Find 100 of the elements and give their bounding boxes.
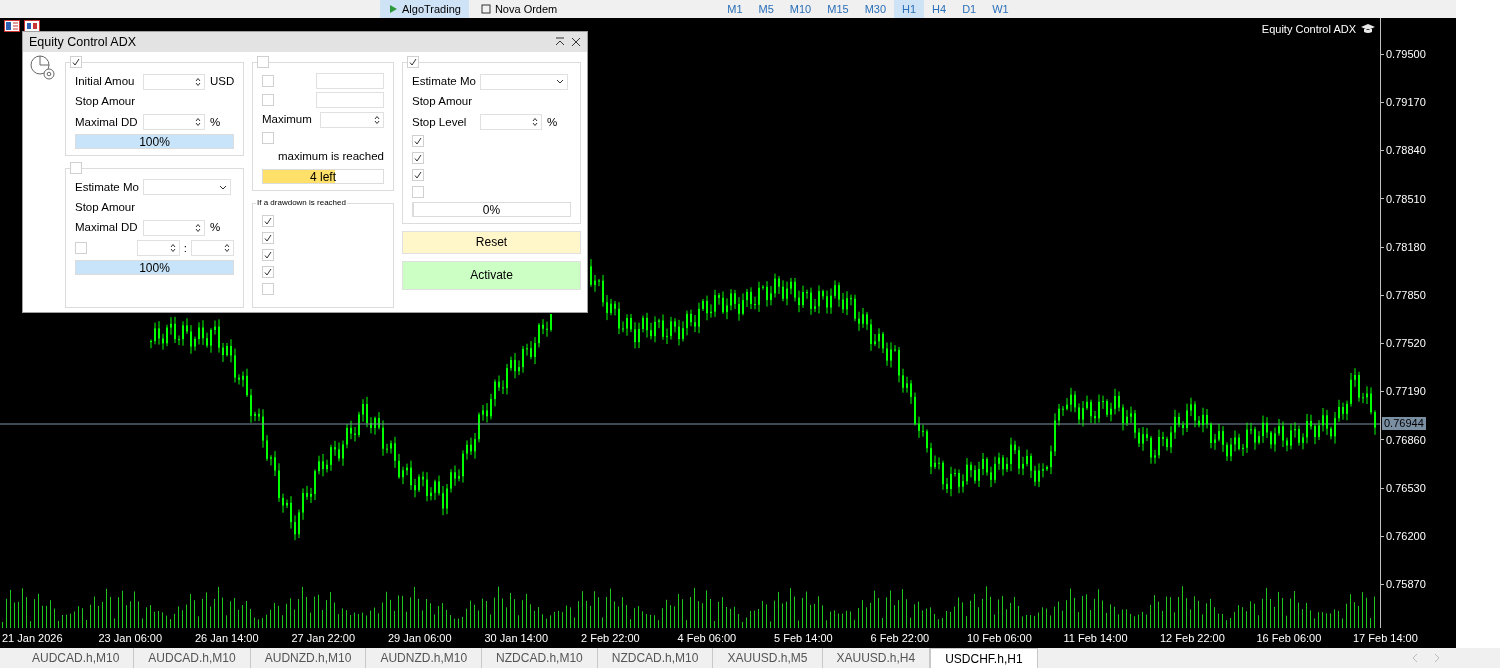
candlestick	[230, 338, 232, 363]
chevron-down-icon[interactable]	[556, 79, 564, 85]
price-label: 0.79500	[1386, 47, 1426, 62]
scroll-right-icon[interactable]	[1434, 654, 1440, 662]
timeframe-button[interactable]: M1	[719, 0, 751, 18]
checkbox[interactable]	[70, 161, 82, 174]
timeframe-button[interactable]: M30	[856, 0, 895, 18]
input-field[interactable]	[316, 92, 384, 108]
toolbar-button[interactable]: Nova Ordem	[472, 0, 566, 18]
candlestick	[390, 440, 392, 455]
symbol-tab[interactable]: USDCHF.h,H1	[930, 648, 1038, 668]
checkbox[interactable]	[412, 185, 424, 198]
candlestick	[478, 412, 480, 443]
timeframe-button[interactable]: M10	[781, 0, 820, 18]
checkbox[interactable]	[70, 56, 82, 68]
candlestick	[198, 321, 200, 345]
checkbox[interactable]	[407, 56, 419, 68]
price-label: 0.78840	[1386, 143, 1426, 159]
time-label: 6 Feb 22:00	[870, 631, 930, 644]
candlestick	[218, 318, 220, 354]
checkbox[interactable]	[262, 94, 274, 106]
spinner-arrows-icon[interactable]	[169, 243, 176, 254]
scroll-left-icon[interactable]	[1412, 654, 1418, 662]
time-label: 30 Jan 14:00	[484, 631, 549, 644]
candlestick	[394, 436, 396, 469]
spin-field[interactable]	[191, 240, 234, 257]
unit-label: %	[210, 114, 221, 130]
dropdown-field[interactable]	[480, 73, 568, 90]
close-icon[interactable]	[571, 37, 581, 47]
timeframe-button[interactable]: M5	[750, 0, 782, 18]
checkbox[interactable]	[262, 214, 274, 227]
timeframe-button[interactable]: W1	[984, 0, 1017, 18]
price-label: 0.77520	[1386, 336, 1426, 352]
spinner-arrows-icon[interactable]	[195, 222, 201, 233]
spin-field[interactable]	[143, 114, 205, 131]
unit-label: USD	[210, 74, 235, 89]
dropdown-field[interactable]	[143, 179, 231, 196]
candlestick	[450, 468, 452, 493]
candlestick	[438, 475, 440, 496]
candlestick	[166, 324, 168, 347]
candlestick	[410, 460, 412, 491]
checkbox[interactable]	[412, 151, 424, 164]
time-label: 12 Feb 22:00	[1160, 631, 1225, 644]
spinner-arrows-icon[interactable]	[374, 114, 380, 125]
candlestick	[306, 485, 308, 501]
spinner-arrows-icon[interactable]	[224, 243, 230, 254]
candlestick	[490, 393, 492, 420]
checkbox[interactable]	[412, 134, 424, 147]
candlestick	[398, 453, 400, 480]
checkbox[interactable]	[262, 282, 274, 295]
candlestick	[454, 465, 456, 487]
candlestick	[426, 471, 428, 502]
input-field[interactable]	[316, 73, 384, 89]
unit-label: %	[547, 114, 558, 130]
checkbox[interactable]	[75, 242, 87, 255]
spin-field[interactable]	[320, 111, 384, 128]
spinner-arrows-icon[interactable]	[195, 117, 201, 128]
action-button[interactable]: Reset	[402, 230, 581, 254]
action-button[interactable]: Activate	[402, 260, 581, 290]
play-icon	[388, 4, 398, 14]
checkbox[interactable]	[262, 75, 274, 87]
chart-settings-icon	[29, 54, 57, 82]
spin-field[interactable]	[136, 240, 180, 257]
spin-field[interactable]	[480, 114, 542, 131]
candlestick	[346, 423, 348, 449]
collapse-icon[interactable]	[555, 37, 565, 47]
price-label: 0.78510	[1386, 191, 1426, 207]
chevron-down-icon[interactable]	[219, 184, 227, 190]
checkbox[interactable]	[412, 168, 424, 181]
spin-field[interactable]	[143, 219, 205, 236]
candlestick	[378, 411, 380, 431]
timeframe-button[interactable]: H1	[894, 0, 925, 18]
toolbar-button[interactable]: AlgoTrading	[380, 0, 469, 18]
spinner-arrows-icon[interactable]	[532, 117, 538, 128]
candlestick	[322, 453, 324, 477]
price-label: 0.76200	[1386, 529, 1426, 544]
candlestick	[154, 322, 156, 345]
checkbox[interactable]	[262, 231, 274, 244]
checkbox[interactable]	[262, 132, 274, 145]
timeframe-button[interactable]: H4	[924, 0, 955, 18]
candlestick	[462, 449, 464, 484]
price-label: 0.78180	[1386, 239, 1426, 255]
checkbox[interactable]	[257, 56, 269, 68]
candlestick	[430, 486, 432, 501]
candlestick	[482, 404, 484, 422]
candlestick	[338, 441, 340, 462]
spin-field[interactable]	[143, 73, 205, 90]
timeframe-button[interactable]: M15	[819, 0, 857, 18]
spinner-arrows-icon[interactable]	[195, 76, 201, 87]
candlestick	[234, 348, 236, 383]
time-label: 5 Feb 14:00	[774, 631, 833, 644]
checkbox[interactable]	[262, 265, 274, 278]
timeframe-button[interactable]: D1	[954, 0, 985, 18]
field-label: Initial Amou	[75, 74, 136, 89]
price-label: 0.75870	[1386, 577, 1426, 593]
candlestick	[522, 345, 524, 374]
candlestick	[550, 313, 552, 333]
checkbox[interactable]	[262, 248, 274, 261]
candlestick	[334, 440, 336, 457]
candlestick	[358, 411, 360, 438]
